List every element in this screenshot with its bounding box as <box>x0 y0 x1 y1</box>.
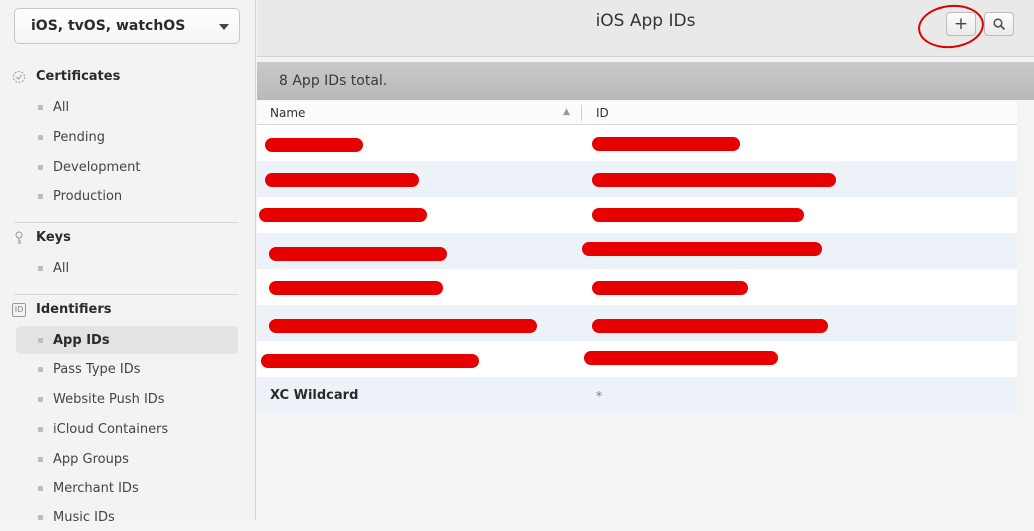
redaction-mark <box>592 281 748 295</box>
sidebar-item-merchant-ids[interactable]: Merchant IDs <box>16 474 238 502</box>
redaction-mark <box>259 208 427 222</box>
sidebar-item-app-groups[interactable]: App Groups <box>16 445 238 473</box>
sidebar-item-development[interactable]: Development <box>16 153 238 181</box>
section-certificates: Certificates <box>12 69 120 84</box>
section-identifiers: ID Identifiers <box>12 302 112 317</box>
redaction-mark <box>269 281 443 295</box>
redaction-mark <box>269 247 447 261</box>
sidebar-item-pass-type-ids[interactable]: Pass Type IDs <box>16 355 238 383</box>
sidebar-item-certificates-all[interactable]: All <box>16 93 238 121</box>
section-keys-title: Keys <box>36 230 71 245</box>
sidebar-item-music-ids[interactable]: Music IDs <box>16 503 238 531</box>
table-row[interactable] <box>257 197 1017 233</box>
redaction-mark <box>592 173 836 187</box>
id-icon: ID <box>12 302 26 317</box>
redaction-mark <box>584 351 778 365</box>
column-header-id[interactable]: ID <box>596 106 609 120</box>
sort-ascending-icon[interactable]: ▲ <box>563 107 570 117</box>
redaction-mark <box>269 319 537 333</box>
table-row[interactable] <box>257 305 1017 341</box>
page-title: iOS App IDs <box>595 11 696 31</box>
summary-bar: 8 App IDs total. <box>257 62 1034 100</box>
sidebar: iOS, tvOS, watchOS Certificates All Pend… <box>0 0 256 525</box>
search-button[interactable] <box>984 12 1014 36</box>
redaction-mark <box>592 137 740 151</box>
column-header-name[interactable]: Name <box>270 106 305 120</box>
table-row[interactable] <box>257 161 1017 197</box>
redaction-mark <box>592 208 804 222</box>
app-id-identifier: * <box>596 389 602 403</box>
platform-select[interactable]: iOS, tvOS, watchOS <box>14 8 240 44</box>
chevron-down-icon <box>219 24 229 30</box>
redaction-mark <box>261 354 479 368</box>
app-ids-table: Name ▲ ID XC Wildcard * <box>257 101 1017 413</box>
plus-icon: + <box>953 14 969 34</box>
section-certificates-title: Certificates <box>36 69 121 84</box>
table-row[interactable]: XC Wildcard * <box>257 377 1017 413</box>
app-id-name: XC Wildcard <box>270 388 359 403</box>
platform-select-label: iOS, tvOS, watchOS <box>31 18 186 34</box>
section-identifiers-title: Identifiers <box>36 302 112 317</box>
table-row[interactable] <box>257 341 1017 377</box>
table-row[interactable] <box>257 269 1017 305</box>
search-icon <box>993 18 1005 30</box>
sidebar-item-pending[interactable]: Pending <box>16 123 238 151</box>
sidebar-item-production[interactable]: Production <box>16 182 238 210</box>
redaction-mark <box>582 242 822 256</box>
header: iOS App IDs + <box>257 0 1034 57</box>
section-keys: Keys <box>12 230 71 245</box>
table-row[interactable] <box>257 233 1017 269</box>
sidebar-item-keys-all[interactable]: All <box>16 254 238 282</box>
sidebar-item-app-ids[interactable]: App IDs <box>16 326 238 354</box>
redaction-mark <box>265 138 363 152</box>
sidebar-item-icloud-containers[interactable]: iCloud Containers <box>16 415 238 443</box>
divider <box>14 222 238 223</box>
redaction-mark <box>265 173 419 187</box>
column-separator <box>581 105 582 121</box>
sidebar-item-website-push-ids[interactable]: Website Push IDs <box>16 385 238 413</box>
add-button[interactable]: + <box>946 12 976 36</box>
divider <box>14 294 238 295</box>
table-header: Name ▲ ID <box>257 101 1017 125</box>
key-icon <box>12 231 26 245</box>
app-ids-count: 8 App IDs total. <box>279 73 388 89</box>
table-body: XC Wildcard * <box>257 125 1017 413</box>
certificate-icon <box>12 70 26 84</box>
table-row[interactable] <box>257 125 1017 161</box>
redaction-mark <box>592 319 828 333</box>
